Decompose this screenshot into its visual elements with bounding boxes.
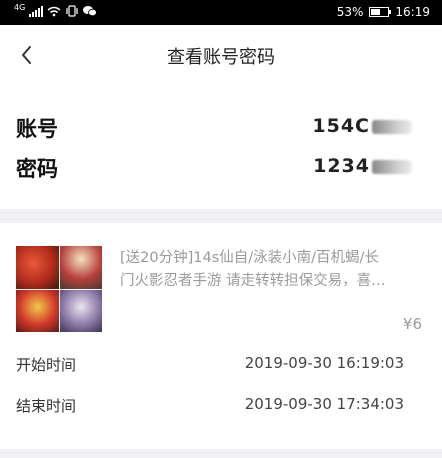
wechat-icon <box>83 6 98 17</box>
account-row: 账号 154C <box>16 107 412 147</box>
status-right: 53% 16:19 <box>337 5 430 19</box>
battery-fill <box>371 9 380 15</box>
redaction-mask <box>372 159 412 174</box>
start-time-row: 开始时间 2019-09-30 16:19:03 <box>16 354 404 378</box>
order-card[interactable]: [送20分钟]14s仙自/泳装小南/百机蝎/长 门火影忍者手游 请走转转担保交易… <box>0 223 442 449</box>
description-line: [送20分钟]14s仙自/泳装小南/百机蝎/长 <box>120 250 379 266</box>
start-time-label: 开始时间 <box>16 356 77 374</box>
status-left: 4G <box>14 2 98 17</box>
product-thumbnail[interactable] <box>16 246 102 332</box>
redaction-mask <box>372 119 412 134</box>
account-card: 账号 154C 密码 1234 <box>0 87 442 209</box>
end-time-label: 结束时间 <box>16 397 77 415</box>
account-label: 账号 <box>16 117 58 141</box>
price: ¥6 <box>402 315 422 333</box>
thumbnail-tile <box>59 289 102 332</box>
description-line: 门火影忍者手游 请走转转担保交易，喜… <box>120 273 386 289</box>
password-value[interactable]: 1234 <box>313 155 370 177</box>
network-type: 4G <box>14 2 26 12</box>
thumbnail-tile <box>16 246 59 289</box>
clock: 16:19 <box>395 5 430 19</box>
thumbnail-tile <box>16 289 59 332</box>
account-value[interactable]: 154C <box>312 115 370 137</box>
vibrate-icon <box>66 5 78 17</box>
end-time-row: 结束时间 2019-09-30 17:34:03 <box>16 395 404 419</box>
product-description[interactable]: [送20分钟]14s仙自/泳装小南/百机蝎/长 门火影忍者手游 请走转转担保交易… <box>120 247 422 293</box>
password-value-wrap: 1234 <box>313 155 412 177</box>
battery-icon <box>369 7 392 17</box>
end-time-value: 2019-09-30 17:34:03 <box>244 395 404 413</box>
nav-bar: 查看账号密码 <box>0 25 442 87</box>
start-time-value: 2019-09-30 16:19:03 <box>244 354 404 372</box>
password-row: 密码 1234 <box>16 147 412 187</box>
wifi-icon <box>47 6 61 16</box>
page-title: 查看账号密码 <box>167 47 275 68</box>
password-label: 密码 <box>16 157 58 181</box>
battery-percent: 53% <box>336 5 364 19</box>
status-bar: 4G 53% 16:19 <box>0 0 442 25</box>
thumbnail-tile <box>59 246 102 289</box>
signal-icon <box>29 5 44 17</box>
account-value-wrap: 154C <box>312 115 412 137</box>
